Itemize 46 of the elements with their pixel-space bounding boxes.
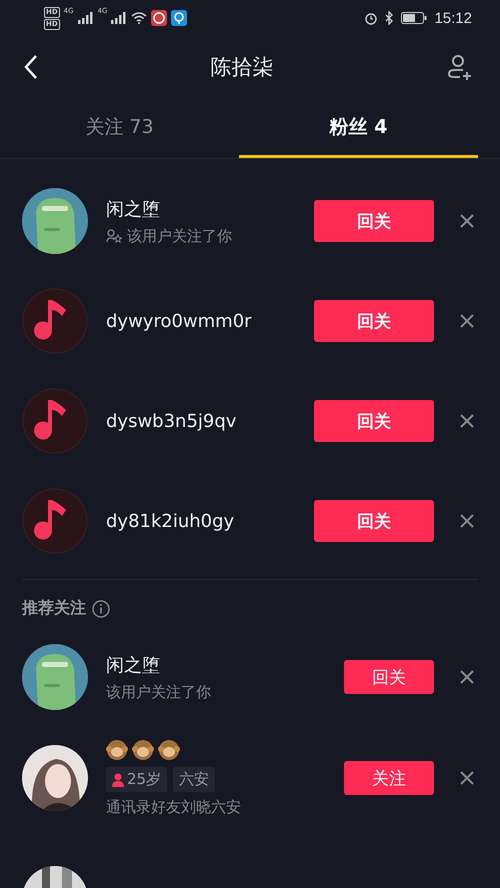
monkey-emoji-icon xyxy=(132,739,154,761)
follow-note: 该用户关注了你 xyxy=(106,682,212,702)
user-name[interactable]: 闲之堕 xyxy=(106,196,314,220)
close-icon[interactable] xyxy=(460,214,474,228)
bluetooth-icon xyxy=(385,11,394,25)
battery-icon xyxy=(401,12,428,24)
info-icon[interactable] xyxy=(92,600,110,618)
music-note-icon xyxy=(22,488,88,554)
user-name[interactable]: 闲之堕 xyxy=(106,652,344,676)
close-icon[interactable] xyxy=(460,771,474,785)
wifi-icon xyxy=(131,12,148,24)
clock-time: 15:12 xyxy=(434,10,472,26)
alarm-icon xyxy=(364,11,378,25)
follow-note: 该用户关注了你 xyxy=(127,226,232,246)
close-icon[interactable] xyxy=(460,314,474,328)
user-name[interactable]: dywyro0wmm0r xyxy=(106,310,314,332)
monkey-emoji-icon xyxy=(106,739,128,761)
page-title: 陈拾柒 xyxy=(210,54,274,81)
signal-icon xyxy=(78,12,94,24)
follow-back-button[interactable]: 回关 xyxy=(314,200,434,242)
follow-back-button[interactable]: 回关 xyxy=(314,500,434,542)
user-name[interactable]: dy81k2iuh0gy xyxy=(106,510,314,532)
follower-icon xyxy=(106,229,122,243)
music-note-icon xyxy=(22,288,88,354)
follow-back-button[interactable]: 回关 xyxy=(314,300,434,342)
add-user-icon[interactable] xyxy=(446,53,474,81)
signal-icon xyxy=(111,12,128,24)
music-note-icon xyxy=(22,388,88,454)
close-icon[interactable] xyxy=(460,514,474,528)
back-icon[interactable] xyxy=(24,54,38,80)
follow-button[interactable]: 回关 xyxy=(344,660,434,694)
follow-button[interactable]: 关注 xyxy=(344,761,434,795)
close-icon[interactable] xyxy=(460,414,474,428)
app-icon xyxy=(151,10,168,26)
follow-back-button[interactable]: 回关 xyxy=(314,400,434,442)
tab[interactable]: 关注 73 xyxy=(0,98,239,158)
location-app-icon xyxy=(171,10,188,26)
user-name[interactable]: dyswb3n5j9qv xyxy=(106,410,314,432)
monkey-emoji-icon xyxy=(158,739,180,761)
age-tag: 25岁 xyxy=(106,767,168,792)
section-title: 推荐关注 xyxy=(22,598,86,619)
tab[interactable]: 粉丝 4 xyxy=(239,98,478,158)
follow-note: 通讯录好友刘晓六安 xyxy=(106,798,242,817)
close-icon[interactable] xyxy=(460,670,474,684)
location-tag: 六安 xyxy=(173,767,216,792)
female-icon xyxy=(112,772,124,786)
